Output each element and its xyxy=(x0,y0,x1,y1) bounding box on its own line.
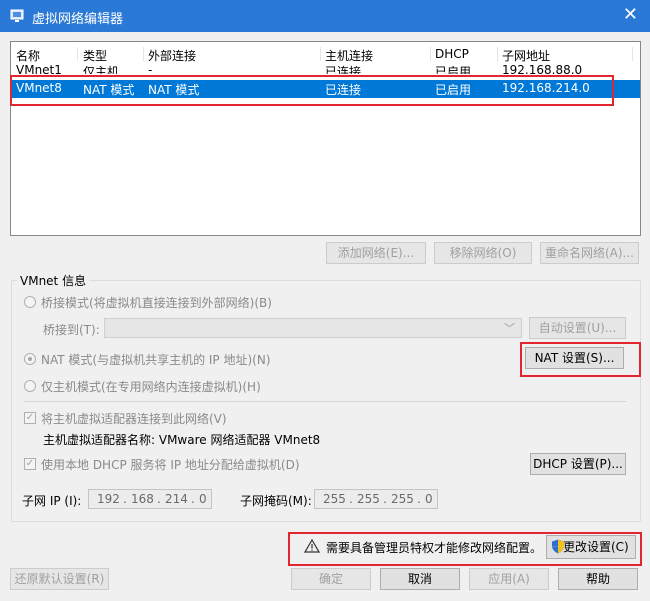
bridge-mode-label: 桥接模式(将虚拟机直接连接到外部网络)(B) xyxy=(41,296,272,310)
subnet-ip-input[interactable]: 192 . 168 . 214 . 0 xyxy=(88,489,212,509)
apply-button[interactable]: 应用(A) xyxy=(469,568,549,590)
title-bar: 虚拟网络编辑器 ✕ xyxy=(0,0,650,32)
nat-settings-button[interactable]: NAT 设置(S)... xyxy=(525,347,624,369)
dhcp-label: 使用本地 DHCP 服务将 IP 地址分配给虚拟机(D) xyxy=(41,458,300,472)
connect-adapter-checkbox[interactable]: ✓ xyxy=(24,412,36,424)
nat-mode-label: NAT 模式(与虚拟机共享主机的 IP 地址)(N) xyxy=(41,353,271,367)
table-row[interactable]: VMnet1 仅主机... - 已连接 已启用 192.168.88.0 xyxy=(11,62,640,74)
cancel-button[interactable]: 取消 xyxy=(380,568,460,590)
adapter-name-text: 主机虚拟适配器名称: VMware 网络适配器 VMnet8 xyxy=(43,433,321,447)
cell-subnet: 192.168.214.0 xyxy=(502,81,590,95)
cell-type: NAT 模式 xyxy=(83,83,135,97)
cell-name: VMnet1 xyxy=(16,63,62,74)
restore-defaults-button[interactable]: 还原默认设置(R) xyxy=(10,568,109,590)
remove-network-button[interactable]: 移除网络(O) xyxy=(434,242,532,264)
bridge-to-label: 桥接到(T): xyxy=(43,323,100,337)
cell-external: - xyxy=(148,63,153,74)
chevron-down-icon: ﹀ xyxy=(504,322,515,335)
ok-button[interactable]: 确定 xyxy=(291,568,371,590)
cell-external: NAT 模式 xyxy=(148,83,200,97)
subnet-mask-input[interactable]: 255 . 255 . 255 . 0 xyxy=(314,489,438,509)
nat-mode-radio[interactable] xyxy=(24,353,36,365)
admin-notice-text: 需要具备管理员特权才能修改网络配置。 xyxy=(326,541,543,555)
vmnet-info-label: VMnet 信息 xyxy=(17,272,90,289)
warning-icon xyxy=(304,539,320,553)
help-button[interactable]: 帮助 xyxy=(558,568,638,590)
change-settings-label: 更改设置(C) xyxy=(563,540,629,554)
dhcp-checkbox[interactable]: ✓ xyxy=(24,458,36,470)
bridge-mode-radio[interactable] xyxy=(24,296,36,308)
subnet-ip-label: 子网 IP (I): xyxy=(22,494,82,508)
window-title: 虚拟网络编辑器 xyxy=(32,12,124,27)
auto-settings-button[interactable]: 自动设置(U)... xyxy=(529,317,626,339)
list-header: 名称 类型 外部连接 主机连接 DHCP 子网地址 xyxy=(11,46,640,63)
table-row-selected[interactable]: VMnet8 NAT 模式 NAT 模式 已连接 已启用 192.168.214… xyxy=(11,80,640,98)
bridge-to-select[interactable]: ﹀ xyxy=(104,318,522,338)
network-list[interactable]: 名称 类型 外部连接 主机连接 DHCP 子网地址 VMnet1 仅主机... … xyxy=(10,41,641,236)
cell-host: 已连接 xyxy=(325,83,362,97)
close-icon[interactable]: ✕ xyxy=(623,5,638,25)
dhcp-settings-button[interactable]: DHCP 设置(P)... xyxy=(530,453,626,475)
subnet-mask-label: 子网掩码(M): xyxy=(240,494,312,508)
connect-adapter-label: 将主机虚拟适配器连接到此网络(V) xyxy=(41,412,227,426)
add-network-button[interactable]: 添加网络(E)... xyxy=(326,242,426,264)
cell-host: 已连接 xyxy=(325,65,362,74)
cell-dhcp: 已启用 xyxy=(435,65,472,74)
host-only-radio[interactable] xyxy=(24,380,36,392)
rename-network-button[interactable]: 重命名网络(A)... xyxy=(540,242,639,264)
divider xyxy=(24,401,626,402)
cell-dhcp: 已启用 xyxy=(435,83,472,97)
network-editor-icon xyxy=(10,9,24,22)
cell-name: VMnet8 xyxy=(16,81,62,95)
cell-type: 仅主机... xyxy=(83,65,131,74)
change-settings-button[interactable]: 更改设置(C) xyxy=(546,535,636,559)
admin-shield-icon xyxy=(552,539,564,554)
cell-subnet: 192.168.88.0 xyxy=(502,63,583,74)
host-only-label: 仅主机模式(在专用网络内连接虚拟机)(H) xyxy=(41,380,261,394)
column-header-dhcp[interactable]: DHCP xyxy=(435,47,469,61)
